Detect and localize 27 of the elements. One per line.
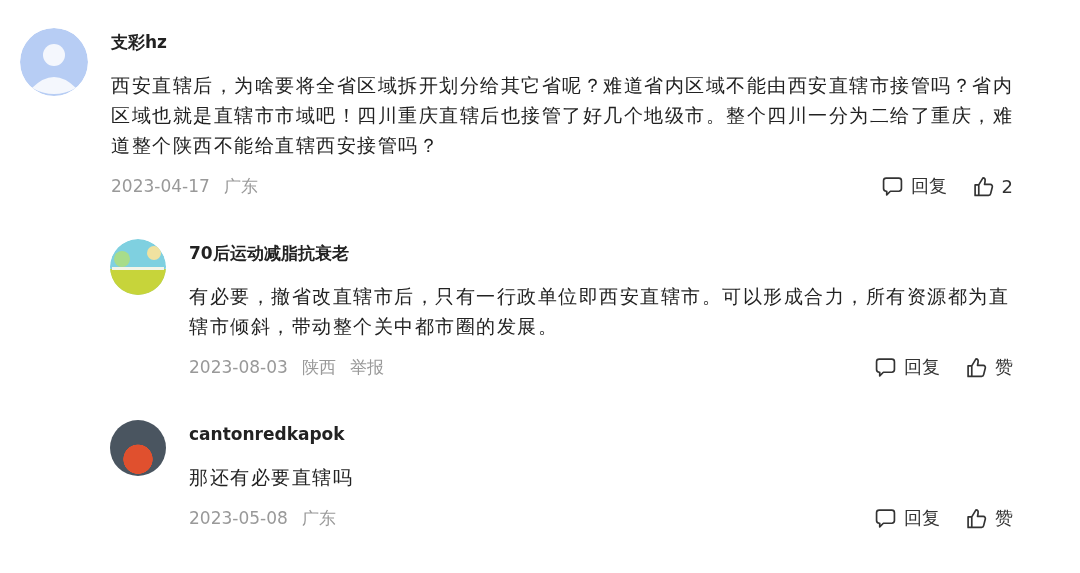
username[interactable]: 70后运动减脂抗衰老 bbox=[189, 239, 1013, 267]
username[interactable]: cantonredkapok bbox=[189, 420, 1013, 448]
username[interactable]: 支彩hz bbox=[111, 28, 1013, 56]
reply-button[interactable]: 回复 bbox=[875, 355, 940, 379]
like-button[interactable]: 赞 bbox=[966, 506, 1013, 530]
reply-button[interactable]: 回复 bbox=[881, 174, 947, 198]
thumbs-up-icon bbox=[972, 175, 994, 197]
default-avatar-icon bbox=[20, 28, 88, 96]
thumbs-up-icon bbox=[966, 356, 987, 378]
speech-bubble-icon bbox=[875, 356, 896, 378]
reply-button[interactable]: 回复 bbox=[875, 506, 940, 530]
photo-placeholder bbox=[110, 420, 166, 476]
location-label: 广东 bbox=[301, 506, 336, 530]
comment-date: 2023-04-17 bbox=[111, 176, 210, 196]
like-button[interactable]: 2 bbox=[972, 175, 1013, 197]
landscape-avatar-icon bbox=[110, 239, 166, 295]
location-label: 陕西 bbox=[301, 355, 336, 379]
like-button[interactable]: 赞 bbox=[966, 355, 1013, 379]
comment-text: 有必要，撤省改直辖市后，只有一行政单位即西安直辖市。可以形成合力，所有资源都为直辖市倾斜，带动整个关中都市圈的发展。 bbox=[189, 284, 1010, 339]
thumbs-up-icon bbox=[966, 507, 987, 529]
location-label: 广东 bbox=[223, 174, 258, 198]
comment-date: 2023-05-08 bbox=[189, 508, 288, 528]
speech-bubble-icon bbox=[875, 507, 896, 529]
comment-date: 2023-08-03 bbox=[189, 357, 288, 377]
speech-bubble-icon bbox=[881, 175, 903, 197]
comment-text: 那还有必要直辖吗 bbox=[189, 465, 354, 490]
comment-text: 西安直辖后，为啥要将全省区域拆开划分给其它省呢？难道省内区域不能由西安直辖市接管吗？省内区域也就是直辖市市域吧！四川重庆直辖后也接管了好几个地级市。整个四川一分为二给了重庆，难道整个陕西不能给直辖西安接管吗？ bbox=[111, 73, 1013, 158]
